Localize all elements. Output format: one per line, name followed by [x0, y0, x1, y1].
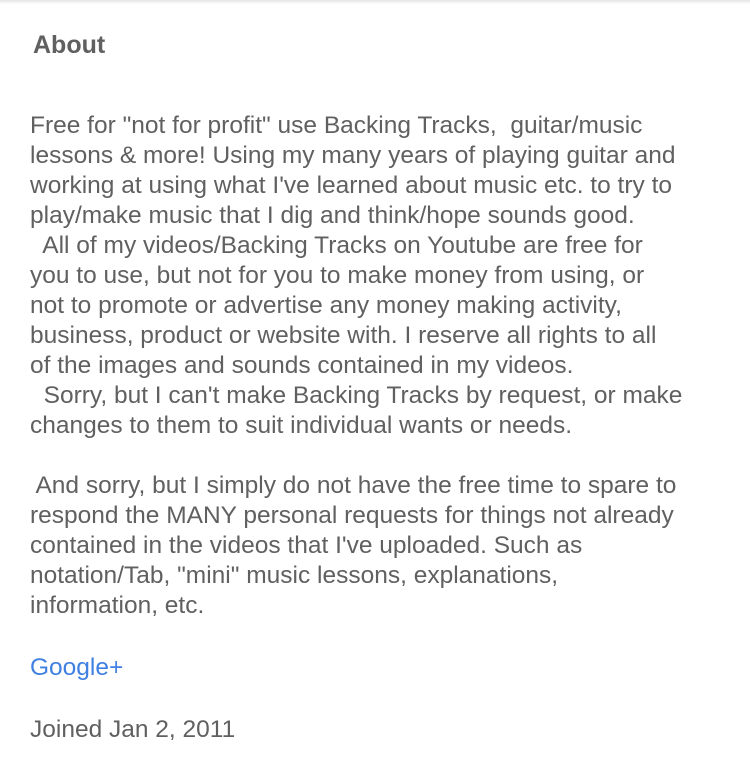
description-line: you to use, but not for you to make mone… — [30, 262, 645, 289]
top-divider-shadow — [0, 0, 750, 4]
description-line: contained in the videos that I've upload… — [30, 532, 583, 559]
description-line: Sorry, but I can't make Backing Tracks b… — [30, 382, 683, 409]
description-line: All of my videos/Backing Tracks on Youtu… — [30, 232, 643, 259]
description-line: notation/Tab, "mini" music lessons, expl… — [30, 562, 559, 589]
description-line: of the images and sounds contained in my… — [30, 352, 574, 379]
description-blank-line — [30, 441, 730, 471]
description-line: business, product or website with. I res… — [30, 322, 657, 349]
description-line: play/make music that I dig and think/hop… — [30, 202, 635, 229]
description-line: not to promote or advertise any money ma… — [30, 292, 622, 319]
description-line: information, etc. — [30, 592, 205, 619]
description-line: respond the MANY personal requests for t… — [30, 502, 674, 529]
about-heading: About — [33, 31, 106, 59]
description-line: Free for "not for profit" use Backing Tr… — [30, 112, 643, 139]
description-line: lessons & more! Using my many years of p… — [30, 142, 676, 169]
description-line: And sorry, but I simply do not have the … — [30, 472, 677, 499]
description-line: changes to them to suit individual wants… — [30, 412, 573, 439]
channel-description: Free for "not for profit" use Backing Tr… — [30, 111, 730, 621]
google-plus-link[interactable]: Google+ — [30, 653, 123, 683]
joined-date: Joined Jan 2, 2011 — [30, 716, 236, 743]
description-line: working at using what I've learned about… — [30, 172, 673, 199]
